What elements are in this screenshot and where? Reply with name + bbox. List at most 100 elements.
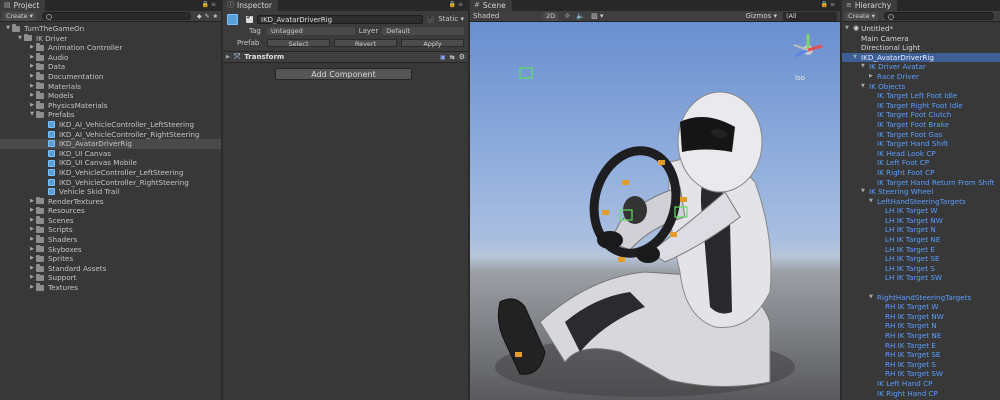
foldout-arrow-icon[interactable]: ▶ (28, 264, 36, 274)
project-prefab-item[interactable]: IKD_UI Canvas (0, 149, 221, 159)
tab-inspector[interactable]: ⓘ Inspector (223, 0, 278, 11)
project-folder-item[interactable]: ▶ Scripts (0, 225, 221, 235)
hierarchy-item[interactable]: RH IK Target NW (842, 312, 1000, 322)
hierarchy-item[interactable]: IK Head Look CP (842, 149, 1000, 159)
hierarchy-item[interactable]: IK Target Foot Brake (842, 120, 1000, 130)
foldout-arrow-icon[interactable]: ▶ (28, 254, 36, 264)
prefab-revert-button[interactable]: Revert (334, 39, 397, 48)
foldout-arrow-icon[interactable]: ▶ (869, 72, 877, 82)
foldout-arrow-icon[interactable]: ▶ (28, 91, 36, 101)
shading-dropdown[interactable]: Shaded (473, 12, 537, 20)
hierarchy-item[interactable]: RH IK Target SE (842, 350, 1000, 360)
transform-component-header[interactable]: ▶ ⤧ Transform ▣ ⇆ ⚙ (223, 52, 468, 63)
panel-menu-icon[interactable]: 🔒≡ (202, 1, 219, 8)
hierarchy-item[interactable]: Directional Light (842, 43, 1000, 53)
tag-dropdown[interactable]: Untagged (266, 27, 355, 35)
audio-icon[interactable]: 🔈 (576, 12, 585, 20)
hierarchy-create-button[interactable]: Create ▾ (845, 11, 878, 21)
foldout-arrow-icon[interactable]: ▶ (28, 225, 36, 235)
hierarchy-item[interactable] (842, 283, 1000, 293)
orientation-gizmo-icon[interactable] (793, 34, 823, 58)
hierarchy-item[interactable]: IK Left Foot CP (842, 158, 1000, 168)
inspector-menu-icon[interactable]: 🔒≡ (449, 1, 466, 8)
foldout-arrow-icon[interactable]: ▶ (28, 101, 36, 111)
hierarchy-item[interactable]: IK Target Foot Gas (842, 130, 1000, 140)
label-icon[interactable]: ✎ (205, 13, 210, 20)
prefab-select-button[interactable]: Select (267, 39, 330, 48)
project-prefab-item[interactable]: IKD_VehicleController_RightSteering (0, 178, 221, 188)
object-name-field[interactable]: IKD_AvatarDriverRig (257, 14, 424, 24)
hierarchy-item[interactable]: ▶ Race Driver (842, 72, 1000, 82)
hierarchy-item[interactable]: IK Target Foot Clutch (842, 110, 1000, 120)
lighting-icon[interactable]: ☼ (564, 12, 570, 20)
foldout-arrow-icon[interactable]: ▶ (28, 235, 36, 245)
gizmos-dropdown[interactable]: Gizmos ▾ (745, 12, 777, 20)
foldout-arrow-icon[interactable]: ▶ (28, 206, 36, 216)
hierarchy-item[interactable]: RH IK Target N (842, 321, 1000, 331)
projection-label[interactable]: Iso (795, 74, 805, 82)
foldout-arrow-icon[interactable]: ▼ (861, 82, 869, 92)
project-prefab-item[interactable]: IKD_UI Canvas Mobile (0, 158, 221, 168)
hierarchy-item[interactable]: RH IK Target E (842, 341, 1000, 351)
foldout-arrow-icon[interactable]: ▼ (861, 62, 869, 72)
tab-project[interactable]: ▤ Project (0, 0, 46, 11)
hierarchy-item[interactable]: ▼ IKD_AvatarDriverRig (842, 52, 1000, 63)
hierarchy-item[interactable]: LH IK Target N (842, 225, 1000, 235)
prefab-apply-button[interactable]: Apply (401, 39, 464, 48)
hierarchy-item[interactable]: IK Right Hand CP (842, 389, 1000, 399)
hierarchy-item[interactable]: ▼ IK Steering Wheel (842, 187, 1000, 197)
hierarchy-item[interactable]: ▼ LeftHandSteeringTargets (842, 197, 1000, 207)
active-checkbox[interactable] (246, 14, 253, 23)
project-folder-item[interactable]: ▶ Support (0, 273, 221, 283)
foldout-arrow-icon[interactable]: ▼ (869, 293, 877, 303)
project-folder-item[interactable]: ▶ Models (0, 91, 221, 101)
tab-hierarchy[interactable]: ≡ Hierarchy (842, 0, 898, 11)
project-prefab-item[interactable]: IKD_AvatarDriverRig (0, 139, 221, 149)
foldout-arrow-icon[interactable]: ▼ (853, 53, 861, 63)
project-folder-item[interactable]: ▶ Scenes (0, 216, 221, 226)
project-folder-item[interactable]: ▶ Skyboxes (0, 245, 221, 255)
project-folder-item[interactable]: ▶ Standard Assets (0, 264, 221, 274)
static-dropdown[interactable]: Static ▾ (438, 15, 464, 23)
foldout-arrow-icon[interactable]: ▼ (861, 187, 869, 197)
project-create-button[interactable]: Create ▾ (3, 11, 36, 21)
hierarchy-item[interactable]: LH IK Target SW (842, 273, 1000, 283)
hierarchy-item[interactable]: ▼ RightHandSteeringTargets (842, 293, 1000, 303)
hierarchy-item[interactable]: IK Target Hand Shift (842, 139, 1000, 149)
project-prefab-item[interactable]: Vehicle Skid Trail (0, 187, 221, 197)
foldout-arrow-icon[interactable]: ▶ (28, 82, 36, 92)
project-folder-item[interactable]: ▶ Materials (0, 82, 221, 92)
hierarchy-item[interactable]: Main Camera (842, 34, 1000, 44)
project-folder-item[interactable]: ▼ TurnTheGameOn (0, 24, 221, 34)
project-prefab-item[interactable]: IKD_VehicleController_LeftSteering (0, 168, 221, 178)
project-folder-item[interactable]: ▶ Data (0, 62, 221, 72)
hierarchy-item[interactable]: RH IK Target W (842, 302, 1000, 312)
hierarchy-item[interactable]: ▼ IK Driver Avatar (842, 62, 1000, 72)
hierarchy-item[interactable]: ▼ ◉ Untitled* (842, 24, 1000, 34)
hierarchy-item[interactable]: LH IK Target W (842, 206, 1000, 216)
layer-dropdown[interactable]: Default (382, 27, 464, 35)
project-folder-item[interactable]: ▶ Animation Controller (0, 43, 221, 53)
scene-menu-icon[interactable]: 🔒≡ (821, 1, 838, 8)
foldout-arrow-icon[interactable]: ▶ (28, 245, 36, 255)
hierarchy-item[interactable]: RH IK Target S (842, 360, 1000, 370)
project-folder-item[interactable]: ▶ Audio (0, 53, 221, 63)
hierarchy-item[interactable]: LH IK Target NW (842, 216, 1000, 226)
foldout-arrow-icon[interactable]: ▶ (28, 53, 36, 63)
foldout-arrow-icon[interactable]: ▶ (28, 273, 36, 283)
foldout-arrow-icon[interactable]: ▼ (16, 34, 24, 44)
hierarchy-item[interactable]: ▼ IK Objects (842, 82, 1000, 92)
filter-icon[interactable]: ◆ (197, 13, 202, 20)
add-component-button[interactable]: Add Component (275, 68, 412, 80)
project-prefab-item[interactable]: IKD_AI_VehicleController_LeftSteering (0, 120, 221, 130)
static-checkbox[interactable] (427, 14, 435, 23)
help-icon[interactable]: ▣ (440, 54, 446, 61)
foldout-arrow-icon[interactable]: ▼ (845, 24, 853, 34)
hierarchy-item[interactable]: LH IK Target S (842, 264, 1000, 274)
foldout-arrow-icon[interactable]: ▶ (28, 43, 36, 53)
project-folder-item[interactable]: ▶ Resources (0, 206, 221, 216)
hierarchy-item[interactable]: LH IK Target E (842, 245, 1000, 255)
foldout-arrow-icon[interactable]: ▶ (226, 54, 230, 60)
foldout-arrow-icon[interactable]: ▶ (28, 72, 36, 82)
tab-scene[interactable]: # Scene (470, 0, 512, 11)
